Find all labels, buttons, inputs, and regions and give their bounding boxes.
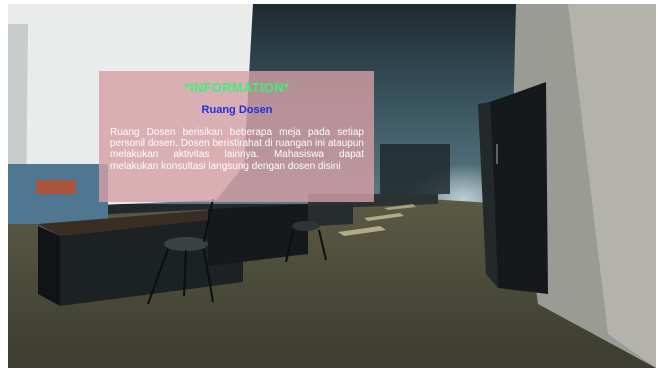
cabinet — [490, 82, 548, 294]
info-body-text: Ruang Dosen berisikan beberapa meja pada… — [110, 127, 364, 172]
outside-building — [36, 180, 76, 194]
back-dark — [380, 144, 450, 194]
info-subtitle: Ruang Dosen — [201, 104, 273, 116]
game-viewport[interactable]: *INFORMATION* Ruang Dosen Ruang Dosen be… — [8, 4, 656, 368]
info-title: *INFORMATION* — [184, 80, 290, 95]
cabinet-handle — [496, 144, 498, 164]
information-panel: *INFORMATION* Ruang Dosen Ruang Dosen be… — [99, 71, 374, 202]
desk-near-front — [38, 226, 60, 306]
